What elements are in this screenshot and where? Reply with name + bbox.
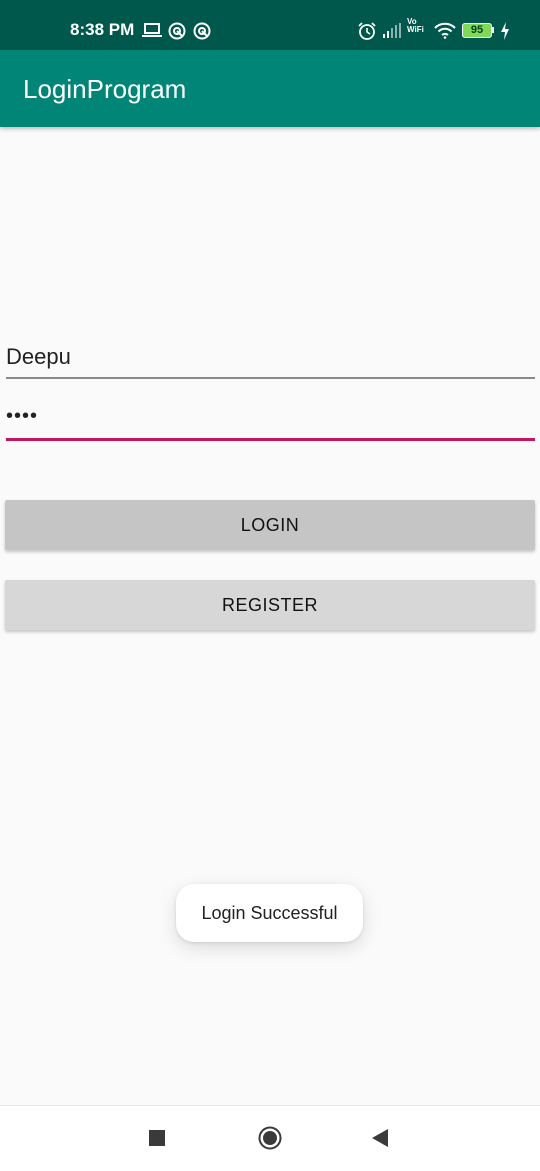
status-time: 8:38 PM: [70, 20, 135, 39]
toast-message: Login Successful: [176, 884, 363, 942]
register-button[interactable]: REGISTER: [5, 580, 535, 630]
battery-icon: 95: [462, 23, 495, 38]
battery-level: 95: [470, 24, 484, 36]
charging-icon: [501, 22, 509, 40]
status-bar: 8:38 PM Vo WiFi 95: [0, 0, 540, 50]
volte-wifi-icon: Vo WiFi: [407, 17, 424, 34]
circle-notification-icon: [193, 22, 211, 40]
back-icon[interactable]: [371, 1128, 389, 1148]
password-field[interactable]: ••••: [6, 404, 535, 441]
password-value: ••••: [6, 405, 39, 427]
home-icon[interactable]: [258, 1126, 282, 1150]
signal-icon: [383, 23, 401, 38]
recent-apps-icon[interactable]: [149, 1130, 165, 1146]
status-right-icons: Vo WiFi 95: [355, 17, 525, 44]
username-field[interactable]: Deepu: [6, 342, 535, 379]
app-title: LoginProgram: [23, 74, 187, 104]
navigation-bar: [0, 1105, 540, 1171]
alarm-icon: [358, 22, 376, 40]
username-value: Deepu: [6, 344, 71, 369]
wifi-icon: [434, 22, 456, 39]
app-bar: LoginProgram: [0, 50, 540, 127]
laptop-icon: [142, 23, 162, 37]
login-button[interactable]: LOGIN: [5, 500, 535, 550]
circle-notification-icon: [168, 22, 186, 40]
